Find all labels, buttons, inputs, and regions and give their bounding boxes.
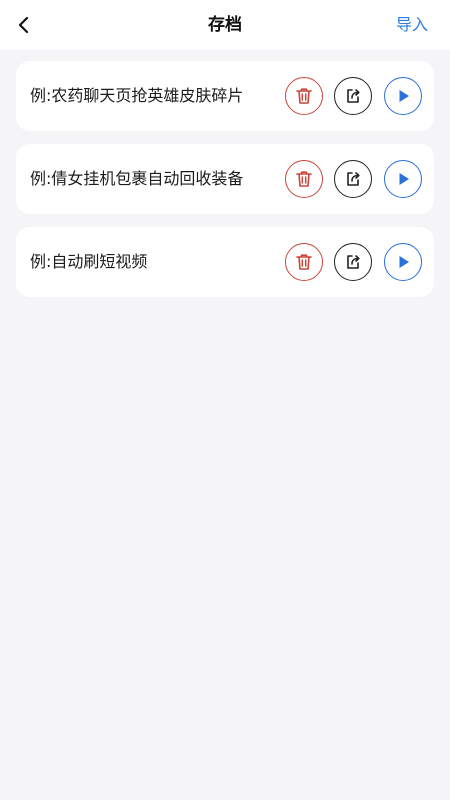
play-icon [399, 90, 409, 102]
item-label: 例:自动刷短视频 [30, 252, 148, 271]
play-icon [399, 256, 409, 268]
nav-bar: 存档 导入 [0, 0, 450, 50]
page-title: 存档 [208, 15, 242, 35]
share-icon [347, 172, 360, 186]
share-icon [347, 255, 360, 269]
play-button[interactable] [384, 243, 422, 281]
share-button[interactable] [334, 77, 372, 115]
list-item: 例:自动刷短视频 [16, 227, 434, 297]
play-button[interactable] [384, 77, 422, 115]
trash-icon [296, 171, 312, 187]
item-label: 例:农药聊天页抢英雄皮肤碎片 [30, 86, 244, 105]
import-button[interactable]: 导入 [396, 0, 428, 50]
back-button[interactable] [8, 9, 40, 41]
chevron-left-icon [18, 16, 29, 34]
trash-icon [296, 254, 312, 270]
share-icon [347, 89, 360, 103]
play-icon [399, 173, 409, 185]
list-item: 例:倩女挂机包裹自动回收装备 [16, 144, 434, 214]
delete-button[interactable] [285, 160, 323, 198]
item-label: 例:倩女挂机包裹自动回收装备 [30, 169, 244, 188]
play-button[interactable] [384, 160, 422, 198]
archive-list: 例:农药聊天页抢英雄皮肤碎片 例:倩女挂机包裹自动回收装备 例:自动刷短视频 [16, 61, 434, 310]
share-button[interactable] [334, 160, 372, 198]
delete-button[interactable] [285, 77, 323, 115]
trash-icon [296, 88, 312, 104]
list-item: 例:农药聊天页抢英雄皮肤碎片 [16, 61, 434, 131]
delete-button[interactable] [285, 243, 323, 281]
share-button[interactable] [334, 243, 372, 281]
